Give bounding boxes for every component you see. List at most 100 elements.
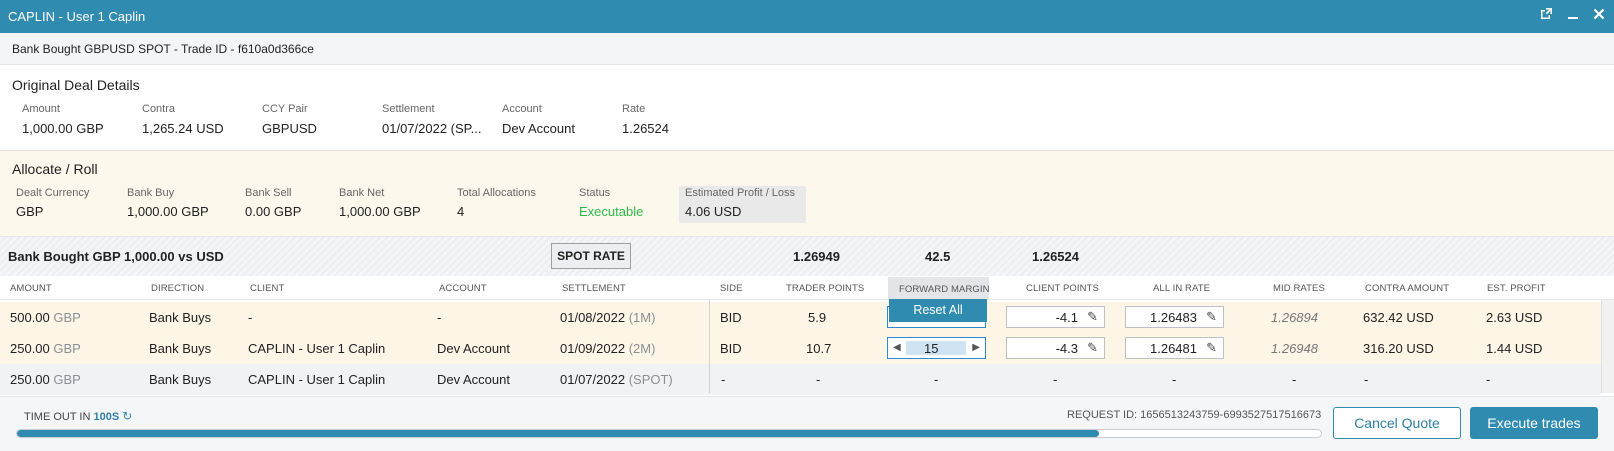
- rate-value: 1.26524: [622, 121, 669, 136]
- edit-pencil-icon[interactable]: ✎: [1087, 309, 1098, 325]
- rate-label: Rate: [622, 103, 646, 115]
- row-direction: Bank Buys: [149, 341, 212, 356]
- bank-summary-label: Bank Bought GBP 1,000.00 vs USD: [8, 249, 224, 264]
- bank-sell-value: 0.00 GBP: [245, 204, 302, 219]
- increment-arrow-icon[interactable]: ▶: [972, 342, 980, 353]
- row-trader-points: -: [816, 372, 821, 387]
- popout-icon[interactable]: [1537, 7, 1555, 25]
- row-mid-rate: 1.26948: [1271, 341, 1318, 356]
- row-settlement: 01/08/2022 (1M): [560, 310, 656, 325]
- row-settlement: 01/07/2022 (SPOT): [560, 372, 673, 387]
- row-direction: Bank Buys: [149, 310, 212, 325]
- col-direction: DIRECTION: [151, 283, 205, 294]
- row-amount: 250.00 GBP: [10, 341, 81, 356]
- timeout-value: 100S: [93, 411, 120, 423]
- edit-pencil-icon[interactable]: ✎: [1206, 309, 1217, 325]
- column-divider: [709, 300, 710, 393]
- table-row[interactable]: 250.00 GBP Bank Buys CAPLIN - User 1 Cap…: [0, 364, 1601, 395]
- row-mid-rate: -: [1292, 372, 1297, 387]
- trade-header: Bank Bought GBPUSD SPOT - Trade ID - f61…: [12, 42, 314, 56]
- status-value: Executable: [579, 204, 644, 219]
- row-client: CAPLIN - User 1 Caplin: [248, 372, 386, 387]
- edit-pencil-icon[interactable]: ✎: [1087, 340, 1098, 356]
- client-points-input[interactable]: -4.1 ✎: [1006, 306, 1105, 328]
- col-est-profit: EST. PROFIT: [1487, 283, 1546, 294]
- row-mid-rate: 1.26894: [1271, 310, 1318, 325]
- allocate-roll-panel: [0, 150, 1614, 236]
- table-row[interactable]: 500.00 GBP Bank Buys - - 01/08/2022 (1M)…: [0, 302, 1601, 333]
- col-all-in-rate: ALL IN RATE: [1153, 283, 1211, 294]
- edit-pencil-icon[interactable]: ✎: [1206, 340, 1217, 356]
- amount-value: 1,000.00 GBP: [22, 121, 104, 136]
- row-account: Dev Account: [437, 341, 510, 356]
- row-est-profit: -: [1486, 372, 1491, 387]
- allocate-roll-title: Allocate / Roll: [12, 161, 98, 177]
- row-client: -: [248, 310, 253, 325]
- forward-margin-value: 15: [924, 341, 939, 356]
- bank-rate-2: 1.26524: [1032, 249, 1079, 264]
- settlement-label: Settlement: [382, 103, 435, 115]
- amount-label: Amount: [22, 103, 60, 115]
- all-in-rate-input[interactable]: 1.26483 ✎: [1125, 306, 1224, 328]
- col-forward-margin-label: FORWARD MARGIN: [899, 284, 990, 295]
- row-est-profit: 2.63 USD: [1486, 310, 1543, 325]
- bank-buy-label: Bank Buy: [127, 187, 175, 199]
- row-forward-margin: -: [934, 372, 939, 387]
- close-icon[interactable]: [1590, 7, 1608, 25]
- row-trader-points: 5.9: [808, 310, 827, 325]
- decrement-arrow-icon[interactable]: ◀: [893, 342, 901, 353]
- bank-net-value: 1,000.00 GBP: [339, 204, 421, 219]
- trade-header-bar: Bank Bought GBPUSD SPOT - Trade ID - f61…: [0, 33, 1614, 65]
- row-all-in-rate: -: [1172, 372, 1177, 387]
- row-contra: -: [1364, 372, 1369, 387]
- ccy-pair-value: GBPUSD: [262, 121, 317, 136]
- forward-margin-stepper[interactable]: ◀ 15 ▶: [887, 337, 986, 359]
- col-account: ACCOUNT: [439, 283, 487, 294]
- col-amount: AMOUNT: [10, 283, 52, 294]
- settlement-value: 01/07/2022 (SP...: [382, 121, 482, 136]
- cancel-quote-button[interactable]: Cancel Quote: [1333, 407, 1461, 439]
- table-header: AMOUNT DIRECTION CLIENT ACCOUNT SETTLEME…: [0, 276, 1614, 300]
- timeout-indicator: TIME OUT IN 100S ↻: [24, 409, 132, 423]
- row-side: BID: [720, 341, 742, 356]
- ccy-pair-label: CCY Pair: [262, 103, 308, 115]
- col-client: CLIENT: [250, 283, 285, 294]
- estimated-pl-value: 4.06 USD: [685, 204, 742, 219]
- col-mid-rates: MID RATES: [1273, 283, 1325, 294]
- minimize-icon[interactable]: [1564, 7, 1582, 25]
- row-contra: 316.20 USD: [1363, 341, 1434, 356]
- row-trader-points: 10.7: [806, 341, 832, 356]
- col-contra-amount: CONTRA AMOUNT: [1365, 283, 1450, 294]
- client-points-input[interactable]: -4.3 ✎: [1006, 337, 1105, 359]
- bank-rate-1: 1.26949: [793, 249, 840, 264]
- request-id: REQUEST ID: 1656513243759-69935275175166…: [1067, 409, 1322, 421]
- account-label: Account: [502, 103, 542, 115]
- row-amount: 250.00 GBP: [10, 372, 81, 387]
- refresh-icon[interactable]: ↻: [122, 409, 132, 423]
- dealt-currency-value: GBP: [16, 204, 44, 219]
- status-label: Status: [579, 187, 611, 199]
- window-title: CAPLIN - User 1 Caplin: [8, 9, 146, 24]
- spot-rate-button[interactable]: SPOT RATE: [551, 243, 631, 269]
- col-side: SIDE: [720, 283, 743, 294]
- total-allocations-label: Total Allocations: [457, 187, 536, 199]
- dealt-currency-label: Dealt Currency: [16, 187, 90, 199]
- original-deal-title: Original Deal Details: [12, 77, 140, 93]
- table-scrollbar[interactable]: [1601, 300, 1614, 393]
- row-client-points: -: [1053, 372, 1058, 387]
- all-in-rate-input[interactable]: 1.26481 ✎: [1125, 337, 1224, 359]
- timeout-progress-bar: [16, 429, 1322, 438]
- reset-all-button[interactable]: Reset All: [889, 299, 987, 322]
- row-account: Dev Account: [437, 372, 510, 387]
- col-client-points: CLIENT POINTS: [1026, 283, 1099, 294]
- table-row[interactable]: 250.00 GBP Bank Buys CAPLIN - User 1 Cap…: [0, 333, 1601, 364]
- bank-buy-value: 1,000.00 GBP: [127, 204, 209, 219]
- row-contra: 632.42 USD: [1363, 310, 1434, 325]
- execute-trades-button[interactable]: Execute trades: [1470, 407, 1598, 439]
- row-client: CAPLIN - User 1 Caplin: [248, 341, 386, 356]
- timeout-label: TIME OUT IN: [24, 411, 91, 423]
- row-settlement: 01/09/2022 (2M): [560, 341, 656, 356]
- bank-net-label: Bank Net: [339, 187, 385, 199]
- bank-points: 42.5: [925, 249, 951, 264]
- row-amount: 500.00 GBP: [10, 310, 81, 325]
